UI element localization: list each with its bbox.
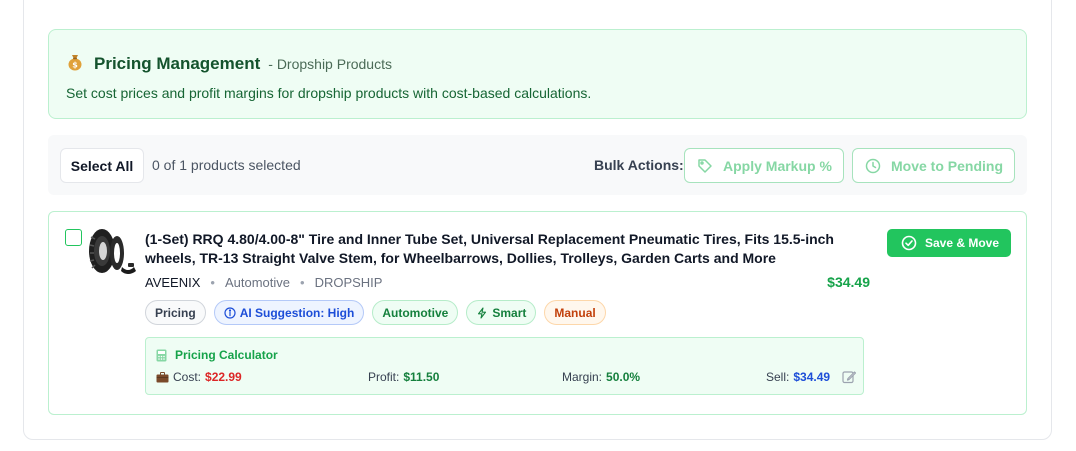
clock-icon [865, 158, 881, 173]
pricing-info-banner: $ Pricing Management - Dropship Products… [48, 29, 1027, 119]
product-category: Automotive [224, 275, 290, 290]
product-tags: Pricing AI Suggestion: High Automotive S… [145, 300, 606, 325]
calculator-header: Pricing Calculator [156, 348, 278, 362]
margin-label: Margin: [562, 370, 603, 384]
margin-field: Margin: 50.0% [562, 370, 640, 384]
product-price: $34.49 [827, 274, 870, 290]
sell-value: $34.49 [793, 370, 831, 384]
select-all-button[interactable]: Select All [60, 148, 144, 183]
bulk-actions-label: Bulk Actions: [594, 157, 684, 173]
cost-field: Cost: $22.99 [156, 370, 242, 384]
tag-smart-label: Smart [492, 305, 527, 320]
product-select-checkbox[interactable] [65, 229, 82, 246]
profit-value: $11.50 [403, 370, 440, 384]
product-brand: AVEENIX [145, 275, 201, 290]
cost-value: $22.99 [205, 370, 242, 384]
sell-field: Sell: $34.49 [766, 370, 857, 384]
move-to-pending-label: Move to Pending [891, 157, 1003, 174]
tag-ai-suggestion-label: AI Suggestion: High [239, 305, 355, 320]
tag-icon [698, 158, 712, 173]
check-circle-icon [901, 235, 917, 251]
product-title[interactable]: (1-Set) RRQ 4.80/4.00-8" Tire and Inner … [145, 230, 865, 268]
product-meta: AVEENIX • Automotive • DROPSHIP [145, 275, 382, 290]
money-bag-icon: $ [66, 53, 84, 71]
save-and-move-label: Save & Move [925, 236, 1000, 250]
tag-ai-suggestion[interactable]: AI Suggestion: High [213, 300, 365, 325]
meta-separator: • [210, 275, 215, 290]
product-type: DROPSHIP [314, 275, 383, 290]
margin-value: 50.0% [606, 370, 641, 384]
info-icon [224, 306, 236, 319]
edit-icon[interactable] [842, 370, 857, 384]
calculator-icon [156, 349, 167, 361]
apply-markup-label: Apply Markup % [723, 157, 832, 174]
meta-separator: • [300, 275, 305, 290]
banner-subtitle: - Dropship Products [268, 56, 392, 72]
profit-label: Profit: [368, 370, 400, 384]
briefcase-icon [156, 371, 169, 382]
product-thumbnail[interactable] [86, 227, 140, 279]
tire-image [89, 229, 136, 274]
svg-text:$: $ [72, 61, 78, 70]
move-to-pending-button[interactable]: Move to Pending [852, 148, 1015, 183]
bulk-toolbar: Select All 0 of 1 products selected Bulk… [48, 135, 1027, 195]
banner-description: Set cost prices and profit margins for d… [66, 85, 592, 101]
banner-title: Pricing Management [94, 54, 261, 73]
save-and-move-button[interactable]: Save & Move [887, 229, 1011, 257]
tag-smart: Smart [466, 300, 537, 325]
profit-field: Profit: $11.50 [368, 370, 439, 384]
cost-label: Cost: [173, 370, 202, 384]
product-card: (1-Set) RRQ 4.80/4.00-8" Tire and Inner … [48, 211, 1027, 415]
pricing-calculator: Pricing Calculator Cost: $22.99 Profit: … [145, 337, 864, 395]
tag-pricing: Pricing [145, 300, 206, 325]
tag-manual: Manual [544, 300, 606, 325]
selected-count: 0 of 1 products selected [152, 157, 301, 173]
sell-label: Sell: [766, 370, 790, 384]
banner-title-row: $ Pricing Management - Dropship Products [66, 51, 392, 74]
calculator-title: Pricing Calculator [175, 348, 278, 362]
tag-automotive: Automotive [372, 300, 459, 325]
lightning-icon [478, 306, 487, 319]
apply-markup-button[interactable]: Apply Markup % [684, 148, 844, 183]
calculator-values: Cost: $22.99 Profit: $11.50 Margin: 50.0… [156, 370, 857, 388]
